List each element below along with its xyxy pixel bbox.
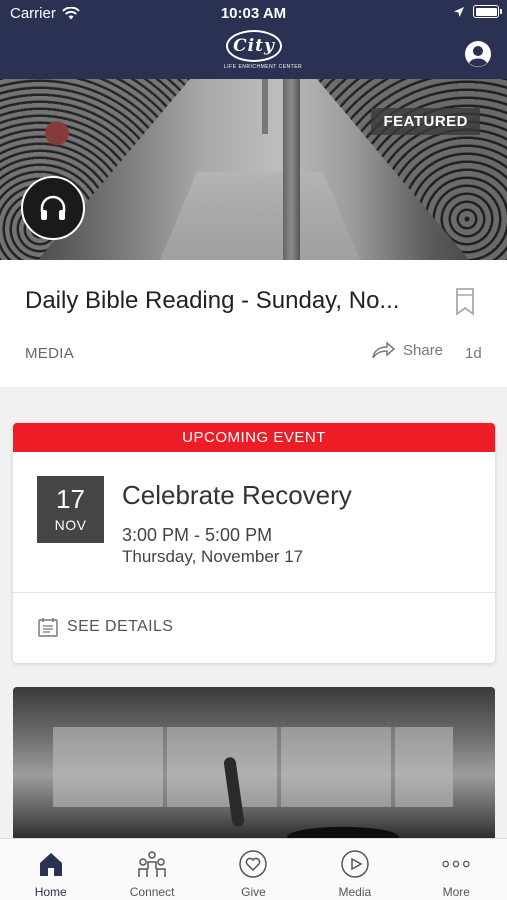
calendar-icon — [38, 618, 58, 637]
people-icon — [138, 851, 166, 877]
media-title[interactable]: Daily Bible Reading - Sunday, No... — [25, 287, 425, 315]
more-icon — [442, 860, 470, 868]
tab-connect[interactable]: Connect — [101, 839, 202, 900]
share-button[interactable]: Share — [371, 341, 443, 359]
event-time: 3:00 PM - 5:00 PM — [122, 525, 273, 545]
photo-crowd — [13, 777, 495, 847]
hero-pole — [283, 79, 300, 260]
tab-give-label: Give — [241, 885, 266, 899]
post-age: 1d — [465, 345, 482, 362]
media-photo-card[interactable] — [13, 687, 495, 847]
headphones-icon — [40, 195, 66, 220]
event-day: 17 — [56, 484, 85, 514]
event-banner: UPCOMING EVENT — [13, 423, 495, 452]
church-logo[interactable]: City LIFE ENRICHMENT CENTER — [224, 30, 303, 75]
profile-icon[interactable] — [464, 40, 492, 68]
play-icon — [341, 850, 369, 878]
tab-home[interactable]: Home — [0, 839, 101, 900]
featured-image[interactable]: FEATURED — [0, 79, 507, 260]
home-icon — [39, 853, 62, 876]
see-details-button[interactable]: SEE DETAILS — [37, 616, 173, 638]
share-label: Share — [403, 341, 444, 359]
event-title[interactable]: Celebrate Recovery — [122, 480, 352, 511]
app-header: Carrier 10:03 AM City LIFE ENRICHMENT CE… — [0, 0, 507, 79]
status-bar: Carrier 10:03 AM — [0, 0, 507, 28]
heart-icon — [239, 850, 268, 878]
tab-media-label: Media — [338, 885, 372, 899]
tab-media[interactable]: Media — [304, 839, 405, 900]
logo-subtitle: LIFE ENRICHMENT CENTER — [224, 64, 303, 70]
upcoming-event-card[interactable]: UPCOMING EVENT 17 NOV Celebrate Recovery… — [13, 423, 495, 663]
event-divider — [13, 592, 495, 593]
tab-home-label: Home — [34, 885, 67, 899]
logo-wordmark: City — [226, 30, 282, 62]
battery-icon — [473, 5, 502, 18]
tab-more-label: More — [442, 885, 470, 899]
bookmark-icon[interactable] — [455, 288, 475, 316]
audio-play-button[interactable] — [21, 176, 85, 240]
event-month: NOV — [54, 517, 87, 533]
tab-more[interactable]: More — [406, 839, 507, 900]
featured-badge: FEATURED — [371, 108, 480, 135]
featured-media-card[interactable]: Daily Bible Reading - Sunday, No... MEDI… — [0, 260, 507, 387]
media-category: MEDIA — [25, 345, 75, 362]
share-arrow-icon — [372, 341, 395, 359]
tab-connect-label: Connect — [129, 885, 175, 899]
status-time: 10:03 AM — [220, 5, 287, 22]
hero-road — [160, 172, 360, 260]
location-arrow-icon — [454, 6, 464, 17]
event-date-box: 17 NOV — [37, 476, 104, 543]
event-date: Thursday, November 17 — [122, 547, 304, 566]
hero-bikes-left — [0, 79, 190, 260]
bottom-tab-bar: Home Connect Give Media More — [0, 838, 507, 900]
hero-pole-back — [262, 79, 268, 134]
see-details-label: SEE DETAILS — [67, 618, 174, 635]
tab-give[interactable]: Give — [203, 839, 304, 900]
status-right — [453, 5, 502, 18]
